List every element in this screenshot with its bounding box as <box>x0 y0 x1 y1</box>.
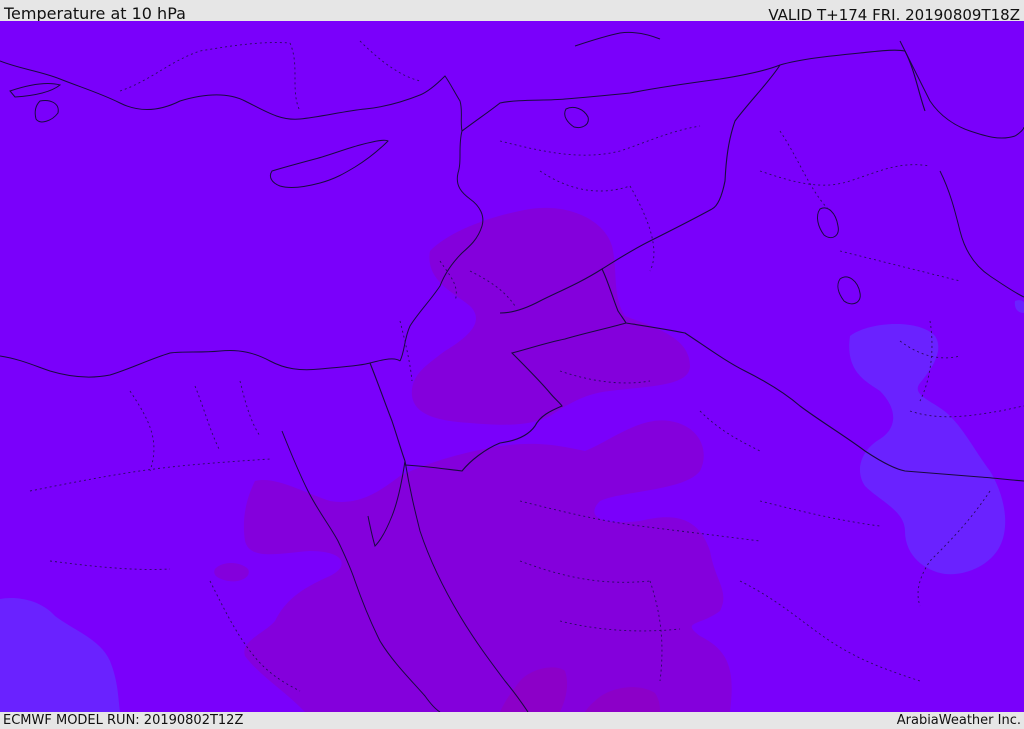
credit-label: ArabiaWeather Inc. <box>896 713 1021 728</box>
model-run-label: ECMWF MODEL RUN: 20190802T12Z <box>3 713 244 728</box>
header-bar: Temperature at 10 hPa VALID T+174 FRI. 2… <box>0 0 1024 24</box>
map-canvas <box>0 21 1024 712</box>
temperature-map[interactable] <box>0 21 1024 712</box>
footer-bar: ECMWF MODEL RUN: 20190802T12Z ArabiaWeat… <box>0 712 1024 729</box>
